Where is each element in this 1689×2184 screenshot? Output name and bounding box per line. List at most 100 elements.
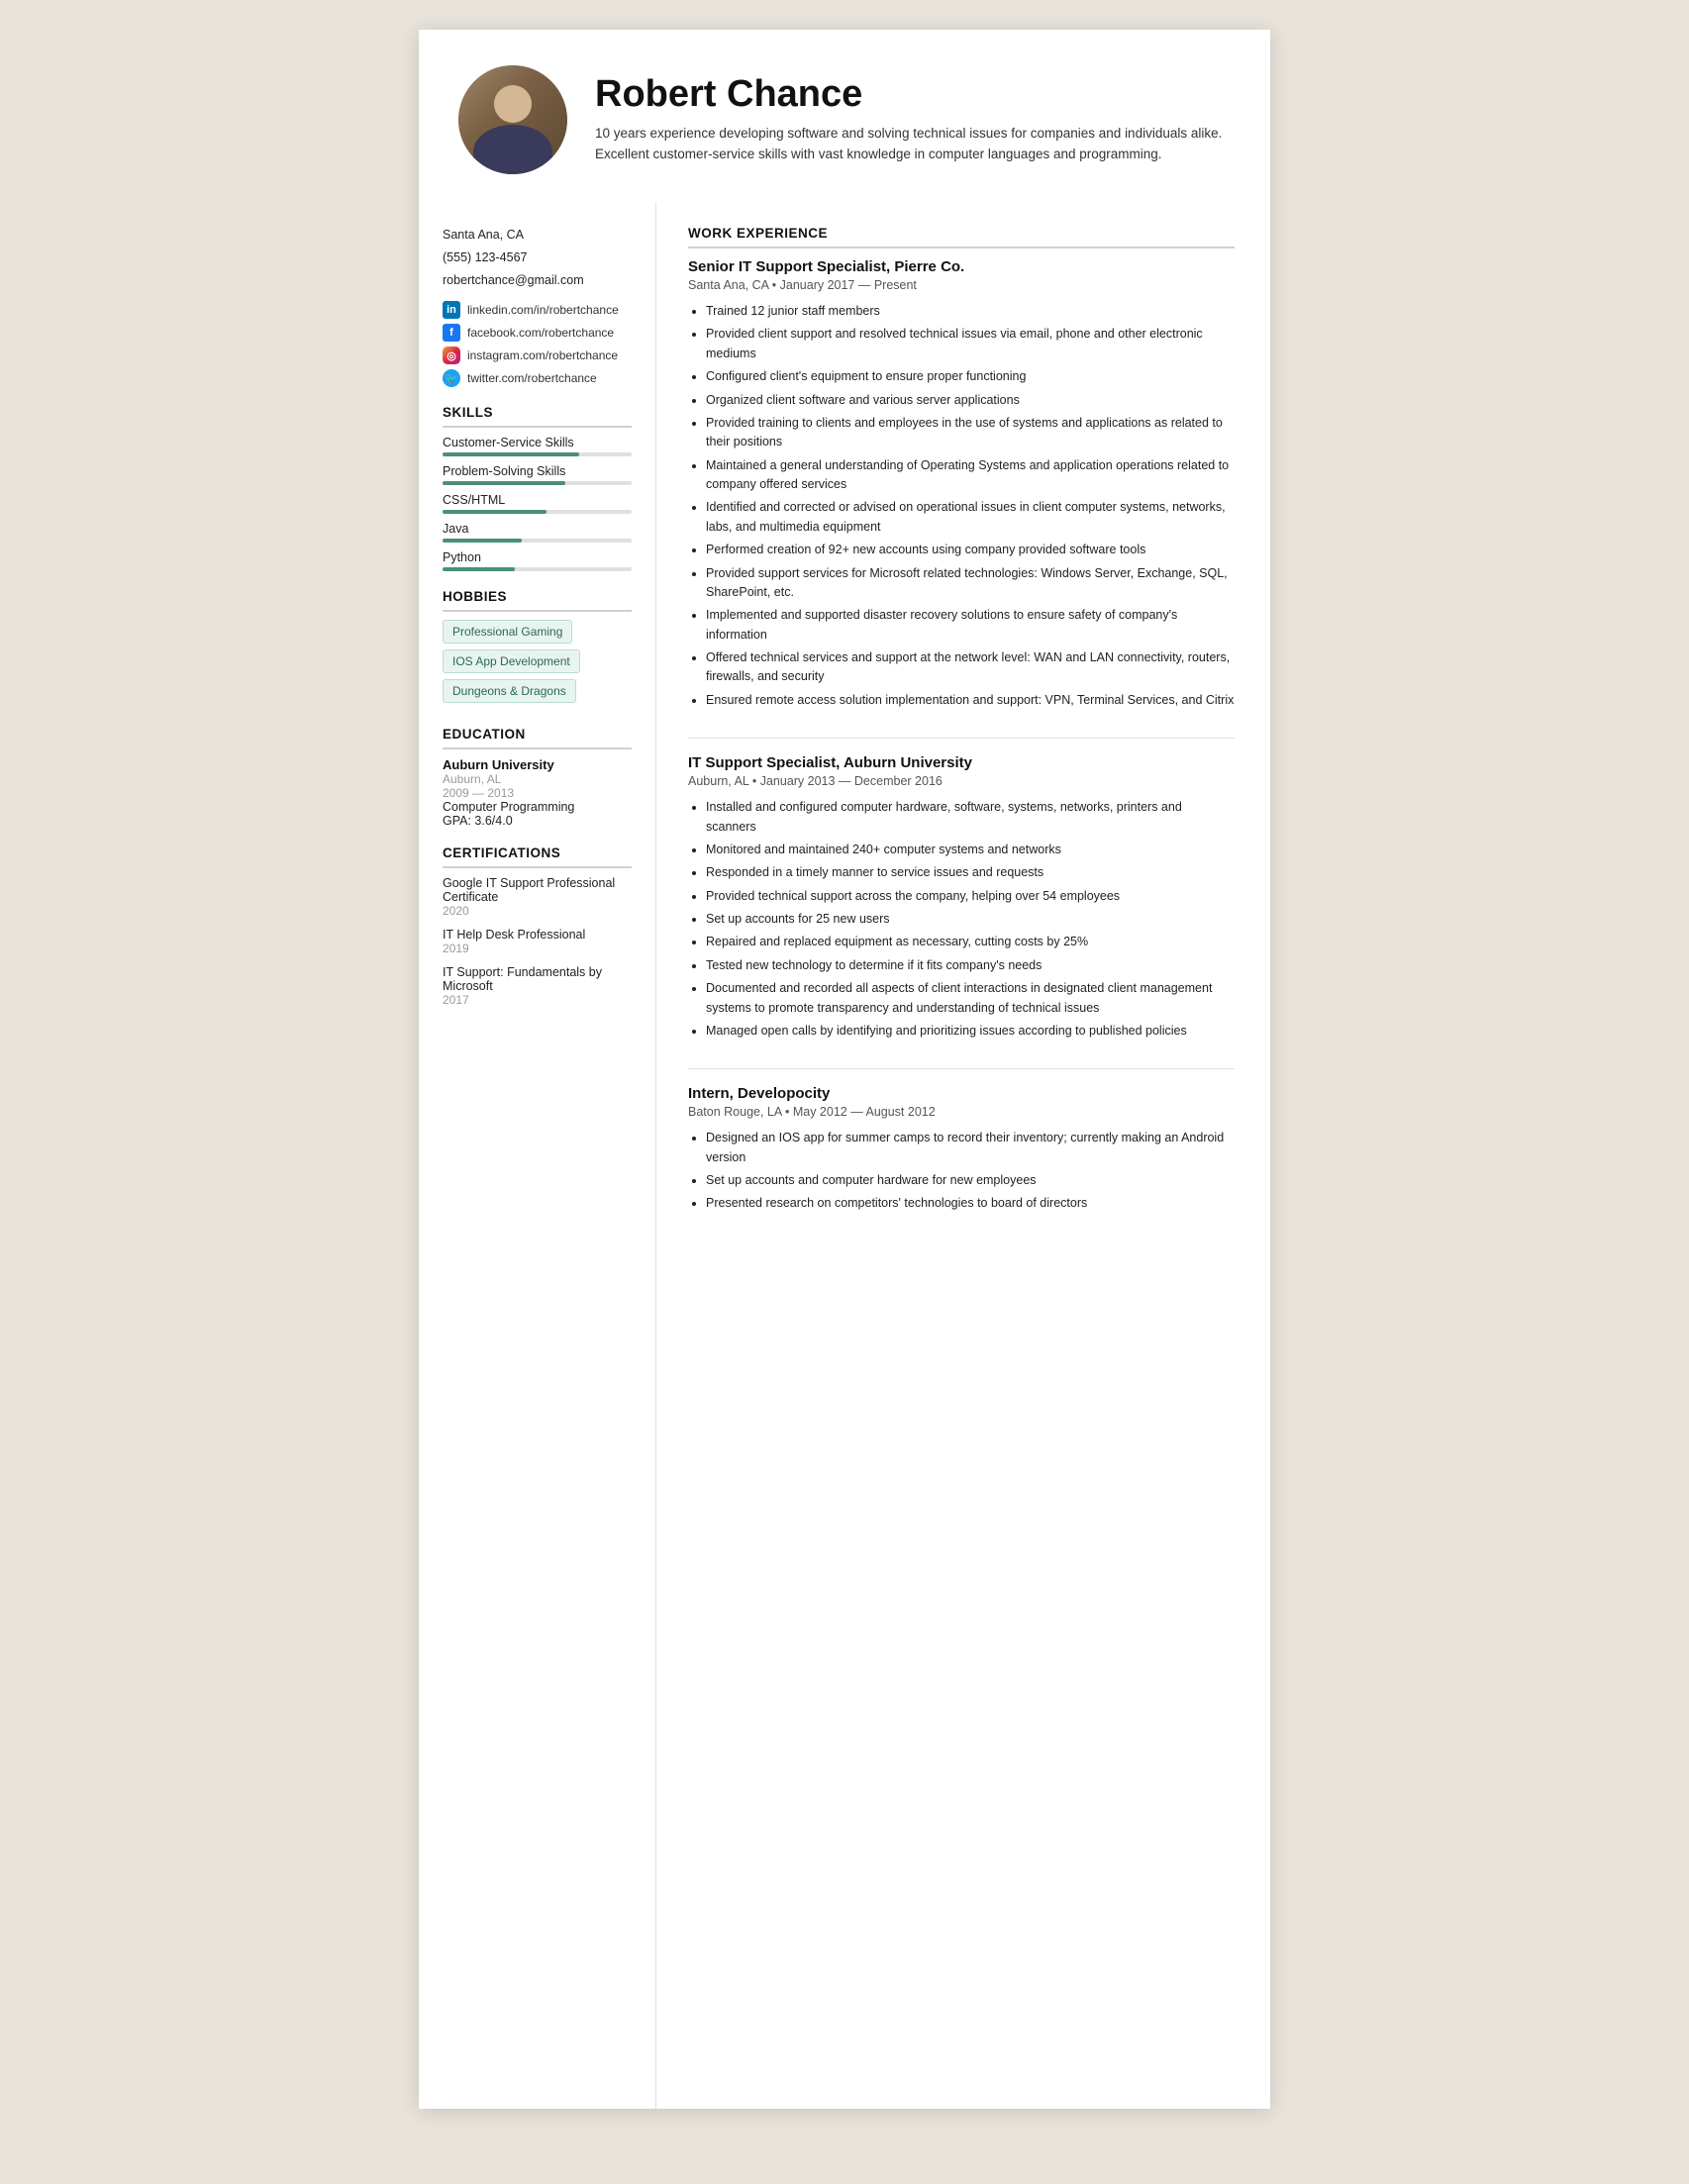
resume-body: Santa Ana, CA (555) 123-4567 robertchanc… — [419, 202, 1270, 2109]
bullet: Responded in a timely manner to service … — [706, 863, 1235, 882]
bullet: Repaired and replaced equipment as neces… — [706, 933, 1235, 951]
skill-item: Python — [443, 550, 632, 571]
bullet: Set up accounts and computer hardware fo… — [706, 1171, 1235, 1190]
avatar — [458, 65, 567, 174]
skill-item: Java — [443, 522, 632, 543]
twitter-icon: 🐦 — [443, 369, 460, 387]
skill-bar-fill — [443, 452, 579, 456]
skill-item: Customer-Service Skills — [443, 436, 632, 456]
bullet: Performed creation of 92+ new accounts u… — [706, 541, 1235, 559]
skill-item: CSS/HTML — [443, 493, 632, 514]
edu-school: Auburn University — [443, 757, 632, 772]
bullet: Configured client's equipment to ensure … — [706, 367, 1235, 386]
job-meta: Santa Ana, CA • January 2017 — Present — [688, 278, 1235, 292]
bullet: Provided client support and resolved tec… — [706, 325, 1235, 363]
candidate-name: Robert Chance — [595, 74, 1231, 116]
skill-bar-bg — [443, 539, 632, 543]
certifications-title: CERTIFICATIONS — [443, 845, 632, 868]
skill-name: Problem-Solving Skills — [443, 464, 632, 478]
skills-title: SKILLS — [443, 405, 632, 428]
skill-bar-fill — [443, 481, 565, 485]
bullet: Monitored and maintained 240+ computer s… — [706, 841, 1235, 859]
skill-bar-bg — [443, 510, 632, 514]
skill-bar-fill — [443, 510, 546, 514]
job-title: IT Support Specialist, Auburn University — [688, 754, 1235, 771]
job-bullets: Trained 12 junior staff members Provided… — [688, 302, 1235, 710]
cert-entry: IT Help Desk Professional 2019 — [443, 928, 632, 955]
skill-name: Customer-Service Skills — [443, 436, 632, 449]
hobby-badge: IOS App Development — [443, 649, 580, 673]
cert-name: IT Help Desk Professional — [443, 928, 632, 942]
skill-name: Java — [443, 522, 632, 536]
skill-item: Problem-Solving Skills — [443, 464, 632, 485]
edu-entry: Auburn University Auburn, AL 2009 — 2013… — [443, 757, 632, 828]
bullet: Ensured remote access solution implement… — [706, 691, 1235, 710]
bullet: Documented and recorded all aspects of c… — [706, 979, 1235, 1018]
education-title: EDUCATION — [443, 727, 632, 749]
social-facebook: f facebook.com/robertchance — [443, 324, 632, 342]
skill-bar-fill — [443, 539, 522, 543]
header-section: Robert Chance 10 years experience develo… — [419, 30, 1270, 202]
hobbies-list: Professional Gaming IOS App Development … — [443, 620, 632, 709]
contact-phone: (555) 123-4567 — [443, 248, 632, 267]
cert-name: IT Support: Fundamentals by Microsoft — [443, 965, 632, 993]
bullet: Provided support services for Microsoft … — [706, 564, 1235, 603]
hobby-badge: Professional Gaming — [443, 620, 572, 644]
bullet: Provided training to clients and employe… — [706, 414, 1235, 452]
linkedin-url: linkedin.com/in/robertchance — [467, 303, 619, 317]
skills-list: Customer-Service Skills Problem-Solving … — [443, 436, 632, 571]
skill-bar-fill — [443, 567, 515, 571]
job-entry-2: IT Support Specialist, Auburn University… — [688, 754, 1235, 1041]
sidebar: Santa Ana, CA (555) 123-4567 robertchanc… — [419, 202, 656, 2109]
header-info: Robert Chance 10 years experience develo… — [595, 74, 1231, 165]
job-bullets: Installed and configured computer hardwa… — [688, 798, 1235, 1041]
cert-year: 2020 — [443, 904, 632, 918]
bullet: Maintained a general understanding of Op… — [706, 456, 1235, 495]
bullet: Trained 12 junior staff members — [706, 302, 1235, 321]
facebook-icon: f — [443, 324, 460, 342]
bullet: Identified and corrected or advised on o… — [706, 498, 1235, 537]
job-meta: Auburn, AL • January 2013 — December 201… — [688, 774, 1235, 788]
main-content: WORK EXPERIENCE Senior IT Support Specia… — [656, 202, 1270, 2109]
skill-bar-bg — [443, 452, 632, 456]
cert-entry: Google IT Support Professional Certifica… — [443, 876, 632, 918]
job-title: Senior IT Support Specialist, Pierre Co. — [688, 258, 1235, 275]
resume: Robert Chance 10 years experience develo… — [419, 30, 1270, 2109]
edu-field: Computer Programming — [443, 800, 632, 814]
job-entry-3: Intern, Developocity Baton Rouge, LA • M… — [688, 1085, 1235, 1214]
job-title: Intern, Developocity — [688, 1085, 1235, 1102]
facebook-url: facebook.com/robertchance — [467, 326, 614, 340]
divider — [688, 1068, 1235, 1069]
cert-entry: IT Support: Fundamentals by Microsoft 20… — [443, 965, 632, 1007]
certifications-list: Google IT Support Professional Certifica… — [443, 876, 632, 1007]
bullet: Designed an IOS app for summer camps to … — [706, 1129, 1235, 1167]
job-bullets: Designed an IOS app for summer camps to … — [688, 1129, 1235, 1214]
hobby-badge: Dungeons & Dragons — [443, 679, 576, 703]
bullet: Set up accounts for 25 new users — [706, 910, 1235, 929]
bullet: Implemented and supported disaster recov… — [706, 606, 1235, 645]
skill-name: CSS/HTML — [443, 493, 632, 507]
social-links: in linkedin.com/in/robertchance f facebo… — [443, 301, 632, 387]
bullet: Offered technical services and support a… — [706, 648, 1235, 687]
instagram-icon: ◎ — [443, 347, 460, 364]
candidate-summary: 10 years experience developing software … — [595, 124, 1231, 165]
cert-year: 2019 — [443, 942, 632, 955]
bullet: Provided technical support across the co… — [706, 887, 1235, 906]
bullet: Presented research on competitors' techn… — [706, 1194, 1235, 1213]
cert-name: Google IT Support Professional Certifica… — [443, 876, 632, 904]
linkedin-icon: in — [443, 301, 460, 319]
divider — [688, 738, 1235, 739]
contact-section: Santa Ana, CA (555) 123-4567 robertchanc… — [443, 226, 632, 289]
social-instagram: ◎ instagram.com/robertchance — [443, 347, 632, 364]
education-list: Auburn University Auburn, AL 2009 — 2013… — [443, 757, 632, 828]
hobbies-title: HOBBIES — [443, 589, 632, 612]
bullet: Organized client software and various se… — [706, 391, 1235, 410]
twitter-url: twitter.com/robertchance — [467, 371, 597, 385]
edu-location: Auburn, AL — [443, 772, 632, 786]
bullet: Installed and configured computer hardwa… — [706, 798, 1235, 837]
instagram-url: instagram.com/robertchance — [467, 348, 618, 362]
social-linkedin: in linkedin.com/in/robertchance — [443, 301, 632, 319]
edu-gpa: GPA: 3.6/4.0 — [443, 814, 632, 828]
job-entry-1: Senior IT Support Specialist, Pierre Co.… — [688, 258, 1235, 710]
bullet: Managed open calls by identifying and pr… — [706, 1022, 1235, 1041]
